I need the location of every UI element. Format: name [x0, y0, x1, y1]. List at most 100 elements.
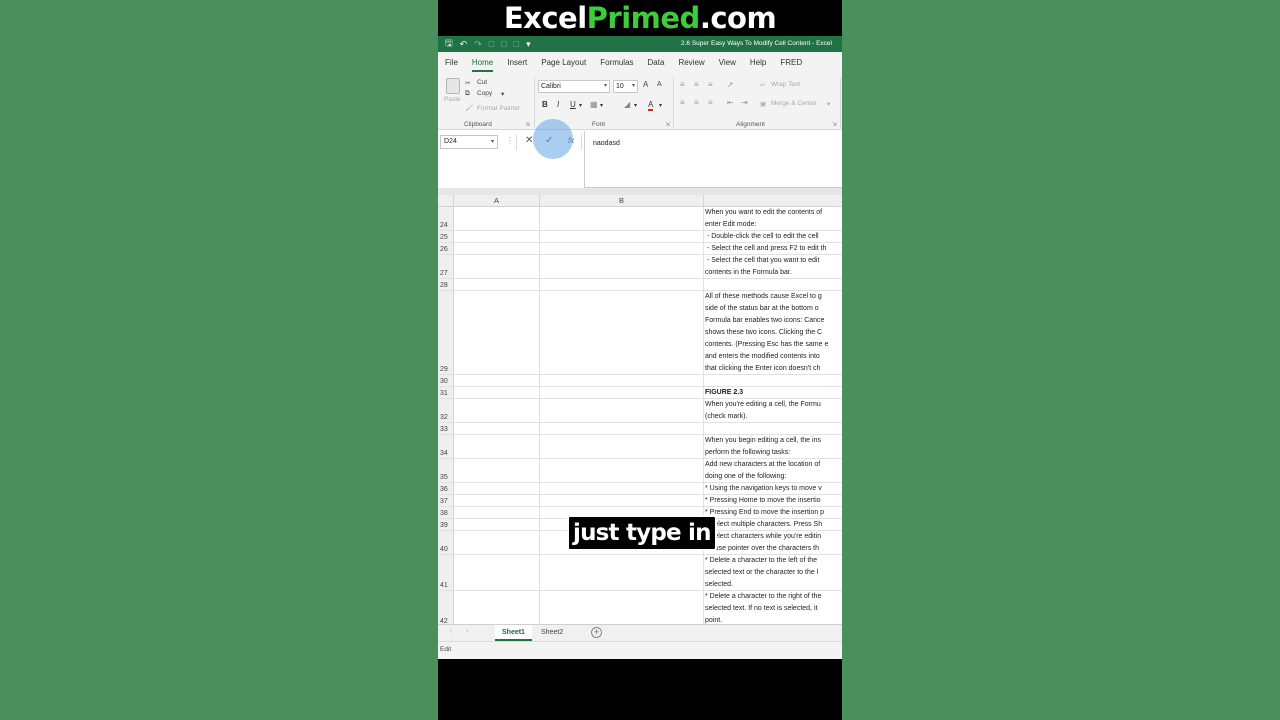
tab-file[interactable]: File [445, 52, 458, 74]
wrap-text-button[interactable]: Wrap Text [771, 81, 800, 88]
tab-fred[interactable]: FRED [780, 52, 802, 74]
font-color-button[interactable]: A [648, 100, 654, 111]
tab-data[interactable]: Data [648, 52, 665, 74]
align-top-icon[interactable]: ≡ [680, 80, 685, 89]
cell-b[interactable] [540, 495, 704, 506]
cell-b[interactable] [540, 243, 704, 254]
merge-center-icon[interactable]: ▣ [760, 100, 766, 108]
cell-a[interactable] [454, 423, 540, 434]
cell-c[interactable]: Add new characters at the location of doi… [704, 459, 842, 482]
font-color-dropdown-icon[interactable]: ▾ [659, 102, 662, 109]
underline-dropdown-icon[interactable]: ▾ [579, 102, 582, 109]
row-header[interactable]: 36 [438, 483, 454, 494]
align-left-icon[interactable]: ≡ [680, 98, 685, 107]
cell-a[interactable] [454, 435, 540, 458]
merge-center-button[interactable]: Merge & Center [771, 100, 817, 107]
paste-button[interactable]: Paste [444, 96, 461, 103]
sheet-tab-sheet2[interactable]: Sheet2 [534, 625, 570, 641]
row-header[interactable]: 33 [438, 423, 454, 434]
row-header[interactable]: 40 [438, 531, 454, 554]
paste-icon[interactable] [446, 78, 460, 94]
cell-a[interactable] [454, 255, 540, 278]
cell-b[interactable] [540, 423, 704, 434]
font-name-select[interactable]: Calibri ▾ [538, 80, 610, 93]
cell-c[interactable]: * Pressing Home to move the insertio [704, 495, 842, 506]
decrease-indent-icon[interactable]: ⇤ [727, 98, 734, 107]
tab-insert[interactable]: Insert [507, 52, 527, 74]
cell-c[interactable]: * Delete a character to the left of the s… [704, 555, 842, 590]
undo-icon[interactable]: ↶ [460, 39, 468, 50]
cell-a[interactable] [454, 243, 540, 254]
borders-icon[interactable]: ▦ [590, 100, 598, 109]
cell-c[interactable]: When you're editing a cell, the Formu (ch… [704, 399, 842, 422]
row-header[interactable]: 38 [438, 507, 454, 518]
italic-button[interactable]: I [557, 100, 559, 109]
column-header-b[interactable]: B [540, 195, 704, 207]
cell-c[interactable]: * Select characters while you're editin m… [704, 531, 842, 554]
cell-a[interactable] [454, 375, 540, 386]
shrink-font-button[interactable]: A [657, 81, 662, 88]
quick-access-icon[interactable]: □ [489, 39, 494, 49]
cell-c[interactable]: - Select the cell that you want to edit c… [704, 255, 842, 278]
cell-b[interactable] [540, 555, 704, 590]
prev-sheet-icon[interactable]: ‹ [450, 628, 452, 635]
column-header-a[interactable]: A [454, 195, 540, 207]
select-all-corner[interactable] [438, 195, 454, 207]
increase-indent-icon[interactable]: ⇥ [741, 98, 748, 107]
cell-b[interactable] [540, 483, 704, 494]
row-header[interactable]: 34 [438, 435, 454, 458]
next-sheet-icon[interactable]: › [466, 628, 468, 635]
copy-button[interactable]: Copy [477, 90, 492, 97]
cut-icon[interactable]: ✂ [465, 79, 470, 87]
formula-input[interactable]: naodasd [584, 131, 842, 188]
print-icon[interactable]: □ [514, 39, 519, 49]
row-header[interactable]: 25 [438, 231, 454, 242]
cell-a[interactable] [454, 507, 540, 518]
row-header[interactable]: 26 [438, 243, 454, 254]
tab-home[interactable]: Home [471, 52, 494, 74]
row-header[interactable]: 41 [438, 555, 454, 590]
cell-b[interactable] [540, 207, 704, 230]
cell-b[interactable] [540, 255, 704, 278]
underline-button[interactable]: U [570, 100, 576, 109]
cell-b[interactable] [540, 591, 704, 624]
row-header[interactable]: 28 [438, 279, 454, 290]
cell-a[interactable] [454, 387, 540, 398]
tab-view[interactable]: View [719, 52, 736, 74]
cell-a[interactable] [454, 231, 540, 242]
grow-font-button[interactable]: A [643, 80, 648, 89]
font-launcher-icon[interactable]: ⇲ [665, 121, 670, 128]
orientation-icon[interactable]: ➚ [727, 80, 734, 89]
cell-b[interactable] [540, 231, 704, 242]
cell-c[interactable]: * Using the navigation keys to move v [704, 483, 842, 494]
row-header[interactable]: 31 [438, 387, 454, 398]
row-header[interactable]: 39 [438, 519, 454, 530]
cell-a[interactable] [454, 459, 540, 482]
row-header[interactable]: 30 [438, 375, 454, 386]
customize-toolbar-icon[interactable]: ▾ [526, 39, 531, 50]
row-header[interactable]: 24 [438, 207, 454, 230]
cell-a[interactable] [454, 291, 540, 374]
cell-c[interactable]: When you begin editing a cell, the ins pe… [704, 435, 842, 458]
redo-icon[interactable]: ↷ [474, 39, 482, 50]
row-header[interactable]: 35 [438, 459, 454, 482]
cell-a[interactable] [454, 399, 540, 422]
row-header[interactable]: 37 [438, 495, 454, 506]
cell-b[interactable] [540, 459, 704, 482]
bold-button[interactable]: B [542, 100, 548, 109]
sheet-tab-sheet1[interactable]: Sheet1 [495, 625, 532, 641]
cell-c[interactable] [704, 279, 842, 290]
tab-page-layout[interactable]: Page Layout [541, 52, 586, 74]
align-bottom-icon[interactable]: ≡ [708, 80, 713, 89]
formula-bar-handle-icon[interactable]: ⋮ [506, 136, 514, 145]
copy-icon[interactable]: ⧉ [465, 90, 470, 98]
name-box[interactable]: D24 ▾ [440, 135, 498, 149]
cell-a[interactable] [454, 207, 540, 230]
align-center-icon[interactable]: ≡ [694, 98, 699, 107]
merge-dropdown-icon[interactable]: ▾ [827, 100, 830, 108]
wrap-text-icon[interactable]: ↵ [760, 81, 765, 89]
row-header[interactable]: 32 [438, 399, 454, 422]
format-painter-icon[interactable]: 🖌 [465, 104, 473, 112]
cell-c[interactable]: * Pressing End to move the insertion p [704, 507, 842, 518]
tab-formulas[interactable]: Formulas [600, 52, 633, 74]
